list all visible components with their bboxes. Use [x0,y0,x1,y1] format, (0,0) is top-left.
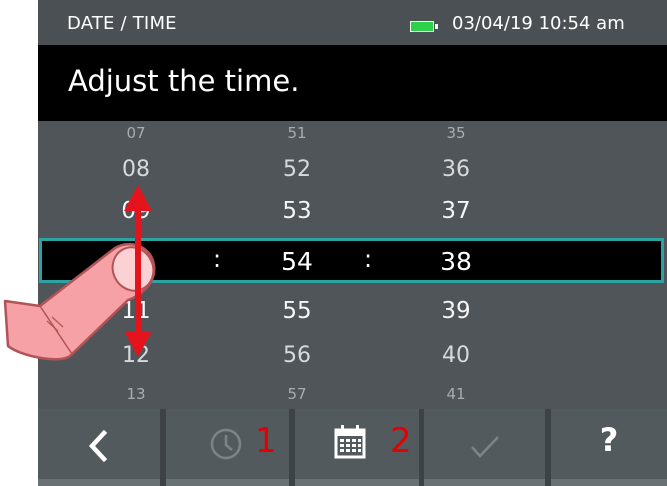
status-datetime: 03/04/19 10:54 am [452,13,625,34]
second-option[interactable]: 35 [421,124,491,142]
chevron-left-icon [88,430,108,462]
second-option[interactable]: 36 [421,157,491,182]
hour-option[interactable]: 08 [101,157,171,182]
annotation-label-1: 1 [255,421,277,461]
checkmark-icon [471,436,499,458]
hour-option[interactable]: 13 [101,385,171,403]
calendar-icon [334,425,366,459]
clock-icon [210,428,242,460]
bottom-toolbar: 1 2 ? [38,409,667,486]
minute-option[interactable]: 56 [262,343,332,368]
help-icon: ? [599,421,619,459]
minute-option[interactable]: 51 [262,124,332,142]
status-bar: DATE / TIME 03/04/19 10:54 am [38,0,667,45]
minute-option[interactable]: 55 [262,298,332,324]
second-option[interactable]: 41 [421,385,491,403]
prompt-bar: Adjust the time. [38,45,667,121]
hour-option[interactable]: 07 [101,124,171,142]
minute-option[interactable]: 57 [262,385,332,403]
minute-option[interactable]: 53 [262,198,332,224]
second-option[interactable]: 37 [421,198,491,224]
back-button[interactable] [38,409,160,486]
clock-button[interactable]: 1 [166,409,289,486]
annotation-label-2: 2 [390,421,412,461]
confirm-button[interactable] [424,409,545,486]
calendar-button[interactable]: 2 [295,409,419,486]
second-selected[interactable]: 38 [421,247,491,276]
swipe-arrow [124,185,152,357]
screen-title: DATE / TIME [67,13,177,34]
minute-selected[interactable]: 54 [262,247,332,276]
second-option[interactable]: 39 [421,298,491,324]
battery-icon [410,21,438,32]
minute-option[interactable]: 52 [262,157,332,182]
second-option[interactable]: 40 [421,343,491,368]
instruction-text: Adjust the time. [68,64,300,98]
help-button[interactable]: ? [551,409,667,486]
